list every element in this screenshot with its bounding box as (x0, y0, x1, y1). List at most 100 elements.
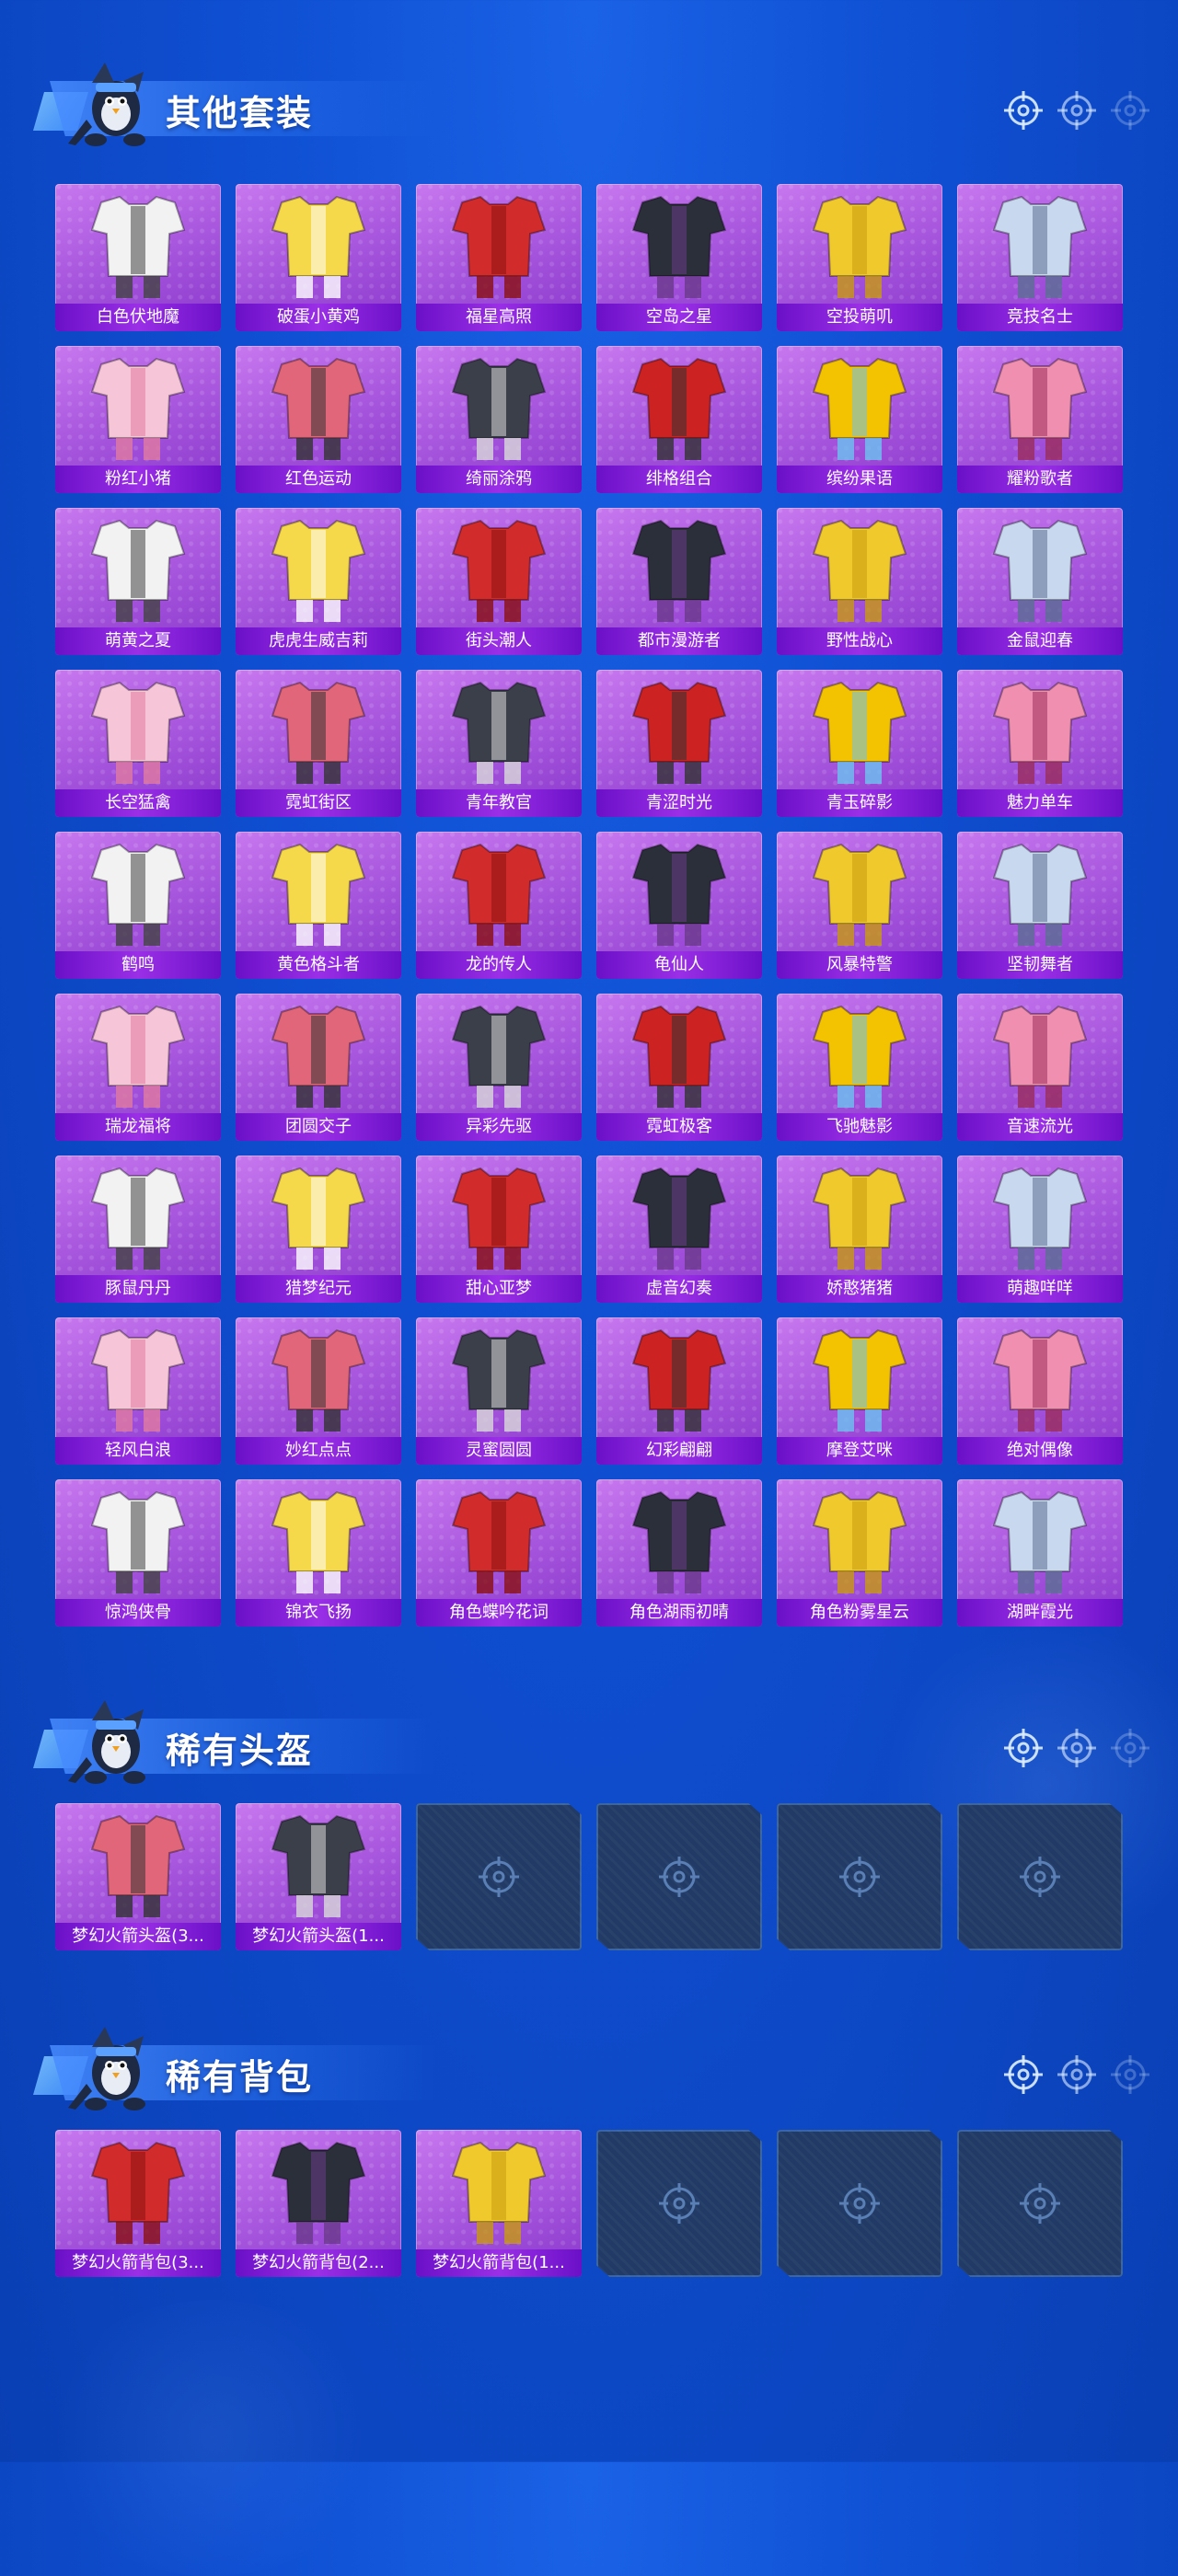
item-card[interactable]: 野性战心 (777, 508, 942, 655)
item-card[interactable]: 霓虹街区 (236, 670, 401, 817)
item-image (451, 1005, 547, 1108)
item-card[interactable]: 黄色格斗者 (236, 832, 401, 979)
item-label: 豚鼠丹丹 (55, 1275, 221, 1303)
item-card[interactable]: 飞驰魅影 (777, 994, 942, 1141)
item-card[interactable]: 长空猛禽 (55, 670, 221, 817)
item-card[interactable]: 霓虹极客 (596, 994, 762, 1141)
item-label: 青涩时光 (596, 789, 762, 817)
item-card[interactable]: 梦幻火箭背包(3... (55, 2130, 221, 2277)
item-card[interactable]: 鹤鸣 (55, 832, 221, 979)
item-label: 角色湖雨初晴 (596, 1599, 762, 1627)
item-image (631, 681, 727, 784)
item-label: 娇憨猪猪 (777, 1275, 942, 1303)
item-card[interactable]: 红色运动 (236, 346, 401, 493)
item-card[interactable]: 梦幻火箭背包(1... (416, 2130, 582, 2277)
item-image (451, 2141, 547, 2244)
item-image (451, 357, 547, 460)
item-card[interactable]: 角色蝶吟花词 (416, 1479, 582, 1627)
item-card[interactable]: 虎虎生威吉莉 (236, 508, 401, 655)
item-card[interactable]: 梦幻火箭头盔(1... (236, 1803, 401, 1950)
crosshair-icon (1111, 1729, 1149, 1767)
item-card[interactable]: 魅力单车 (957, 670, 1123, 817)
item-card[interactable]: 豚鼠丹丹 (55, 1156, 221, 1303)
item-card[interactable]: 青年教官 (416, 670, 582, 817)
item-card[interactable]: 空岛之星 (596, 184, 762, 331)
item-card[interactable]: 耀粉歌者 (957, 346, 1123, 493)
decor-crosshairs (1003, 1728, 1150, 1768)
item-label: 坚韧舞者 (957, 951, 1123, 979)
item-card[interactable]: 角色湖雨初晴 (596, 1479, 762, 1627)
empty-slot-icon (1020, 2183, 1060, 2224)
item-card[interactable]: 都市漫游者 (596, 508, 762, 655)
item-card[interactable]: 萌黄之夏 (55, 508, 221, 655)
item-card[interactable]: 虚音幻奏 (596, 1156, 762, 1303)
item-image (812, 843, 907, 946)
item-card[interactable]: 龟仙人 (596, 832, 762, 979)
item-card[interactable]: 风暴特警 (777, 832, 942, 979)
item-card[interactable]: 猎梦纪元 (236, 1156, 401, 1303)
item-card[interactable]: 湖畔霞光 (957, 1479, 1123, 1627)
item-card[interactable]: 妙红点点 (236, 1317, 401, 1465)
item-card[interactable]: 萌趣咩咩 (957, 1156, 1123, 1303)
decor-crosshairs (1003, 90, 1150, 131)
item-label: 锦衣飞扬 (236, 1599, 401, 1627)
item-card[interactable]: 金鼠迎春 (957, 508, 1123, 655)
item-card[interactable]: 白色伏地魔 (55, 184, 221, 331)
item-card[interactable]: 梦幻火箭头盔(3... (55, 1803, 221, 1950)
item-label: 都市漫游者 (596, 627, 762, 655)
item-card[interactable]: 福星高照 (416, 184, 582, 331)
crosshair-icon (1057, 91, 1096, 130)
item-card[interactable]: 破蛋小黄鸡 (236, 184, 401, 331)
item-card[interactable]: 幻彩翩翩 (596, 1317, 762, 1465)
section-header: 其他套装 (28, 55, 436, 156)
item-card[interactable]: 缤纷果语 (777, 346, 942, 493)
item-image (992, 1005, 1088, 1108)
item-label: 轻风白浪 (55, 1437, 221, 1465)
item-card[interactable]: 绝对偶像 (957, 1317, 1123, 1465)
item-label: 梦幻火箭背包(3... (55, 2249, 221, 2277)
item-card[interactable]: 锦衣飞扬 (236, 1479, 401, 1627)
item-card[interactable]: 轻风白浪 (55, 1317, 221, 1465)
item-label: 虚音幻奏 (596, 1275, 762, 1303)
item-label: 梦幻火箭头盔(3... (55, 1923, 221, 1950)
item-card[interactable]: 青涩时光 (596, 670, 762, 817)
item-card[interactable]: 街头潮人 (416, 508, 582, 655)
section-header: 稀有背包 (28, 2019, 436, 2121)
item-label: 虎虎生威吉莉 (236, 627, 401, 655)
item-card[interactable]: 瑞龙福将 (55, 994, 221, 1141)
item-image (90, 519, 186, 622)
item-card[interactable]: 灵蜜圆圆 (416, 1317, 582, 1465)
item-card[interactable]: 团圆交子 (236, 994, 401, 1141)
item-card[interactable]: 龙的传人 (416, 832, 582, 979)
item-image (992, 843, 1088, 946)
item-card[interactable]: 坚韧舞者 (957, 832, 1123, 979)
crosshair-icon (1004, 2055, 1043, 2094)
item-image (812, 1490, 907, 1593)
mascot-icon (68, 63, 145, 146)
empty-slot (957, 1803, 1123, 1950)
item-card[interactable]: 绮丽涂鸦 (416, 346, 582, 493)
item-card[interactable]: 绯格组合 (596, 346, 762, 493)
item-card[interactable]: 异彩先驱 (416, 994, 582, 1141)
item-card[interactable]: 惊鸿侠骨 (55, 1479, 221, 1627)
item-card[interactable]: 摩登艾咪 (777, 1317, 942, 1465)
item-card[interactable]: 竞技名士 (957, 184, 1123, 331)
item-label: 甜心亚梦 (416, 1275, 582, 1303)
section-title: 稀有头盔 (166, 1731, 314, 1771)
item-label: 惊鸿侠骨 (55, 1599, 221, 1627)
item-image (90, 2141, 186, 2244)
item-card[interactable]: 甜心亚梦 (416, 1156, 582, 1303)
item-label: 猎梦纪元 (236, 1275, 401, 1303)
item-image (90, 1167, 186, 1270)
item-label: 白色伏地魔 (55, 304, 221, 331)
item-card[interactable]: 青玉碎影 (777, 670, 942, 817)
item-card[interactable]: 音速流光 (957, 994, 1123, 1141)
item-card[interactable]: 娇憨猪猪 (777, 1156, 942, 1303)
item-image (631, 1328, 727, 1432)
item-label: 耀粉歌者 (957, 466, 1123, 493)
item-card[interactable]: 粉红小猪 (55, 346, 221, 493)
item-image (812, 1167, 907, 1270)
item-card[interactable]: 梦幻火箭背包(2... (236, 2130, 401, 2277)
item-card[interactable]: 角色粉雾星云 (777, 1479, 942, 1627)
item-card[interactable]: 空投萌叽 (777, 184, 942, 331)
